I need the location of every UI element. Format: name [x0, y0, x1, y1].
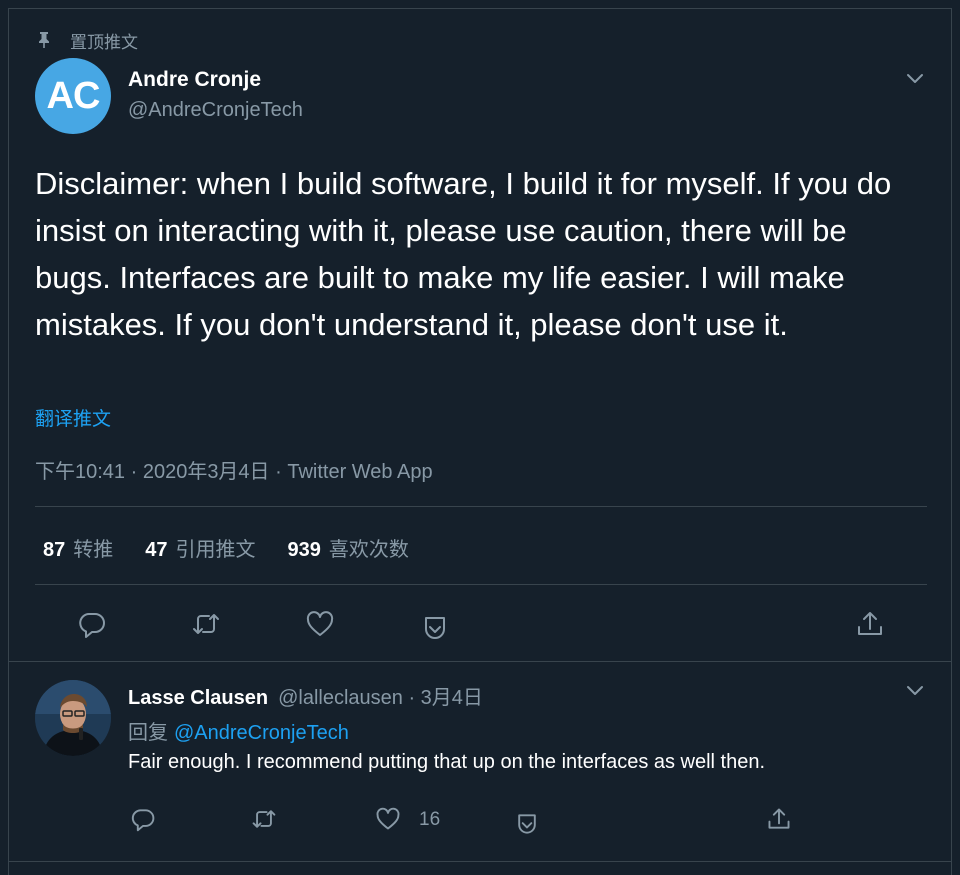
- reply-button[interactable]: [77, 609, 107, 639]
- shield-chevron-icon: [425, 617, 445, 639]
- divider: [35, 584, 927, 585]
- author-name[interactable]: Andre Cronje: [128, 68, 261, 92]
- reply-icon: [79, 613, 105, 638]
- divider: [8, 861, 952, 862]
- panel-left-border: [8, 8, 9, 875]
- like-count: 939: [287, 539, 321, 561]
- quote-stat[interactable]: 47 引用推文: [145, 533, 255, 562]
- retweet-button[interactable]: [191, 609, 221, 639]
- tweet-stats: 87 转推 47 引用推文 939 喜欢次数: [43, 533, 409, 562]
- translate-tweet-link[interactable]: 翻译推文: [35, 404, 111, 431]
- reply-like-button[interactable]: [375, 806, 401, 832]
- reply-retweet-button[interactable]: [251, 806, 277, 832]
- retweet-icon: [252, 810, 276, 828]
- pinned-text: 置顶推文: [70, 32, 138, 52]
- reply-share-button[interactable]: [766, 806, 792, 832]
- reply-tip-button[interactable]: [514, 811, 540, 837]
- reply-mention-link[interactable]: @AndreCronjeTech: [174, 722, 349, 744]
- like-stat[interactable]: 939 喜欢次数: [288, 533, 409, 562]
- reply-prefix: 回复: [128, 722, 168, 744]
- reply-avatar[interactable]: [35, 680, 111, 756]
- tweet-timestamp[interactable]: 下午10:41 · 2020年3月4日 · Twitter Web App: [35, 455, 433, 484]
- divider: [8, 661, 952, 662]
- avatar[interactable]: AC: [35, 58, 111, 134]
- reply-text: Fair enough. I recommend putting that up…: [128, 751, 766, 773]
- avatar-photo: [35, 680, 111, 756]
- retweet-stat[interactable]: 87 转推: [43, 533, 113, 562]
- share-icon: [858, 612, 882, 635]
- tip-button[interactable]: [420, 613, 450, 643]
- divider: [35, 506, 927, 507]
- reply-author-name[interactable]: Lasse Clausen: [128, 687, 268, 709]
- heart-icon: [376, 807, 400, 830]
- reply-author-handle[interactable]: @lalleclausen: [278, 687, 403, 709]
- reply-date[interactable]: · 3月4日: [408, 687, 482, 709]
- author-handle[interactable]: @AndreCronjeTech: [128, 99, 303, 122]
- reply-context: 回复 @AndreCronjeTech: [128, 716, 349, 745]
- pinned-tweet-label: 置顶推文: [36, 28, 138, 52]
- reply-reply-button[interactable]: [130, 806, 156, 832]
- reply-header: Lasse Clausen @lalleclausen · 3月4日: [128, 681, 483, 710]
- avatar-initials: AC: [46, 74, 101, 117]
- quote-count: 47: [145, 539, 168, 561]
- tweet-menu-button[interactable]: [904, 68, 926, 90]
- like-button[interactable]: [305, 609, 335, 639]
- shield-chevron-icon: [518, 814, 536, 834]
- chevron-down-icon: [907, 686, 923, 695]
- retweet-icon: [193, 614, 219, 634]
- pin-icon: [39, 32, 49, 48]
- retweet-count: 87: [43, 539, 66, 561]
- share-button[interactable]: [855, 609, 885, 639]
- chevron-down-icon: [907, 74, 923, 83]
- heart-icon: [306, 611, 334, 636]
- like-label: 喜欢次数: [328, 539, 409, 561]
- panel-right-border: [951, 8, 952, 875]
- tweet-text: Disclaimer: when I build software, I bui…: [35, 166, 892, 342]
- reply-icon: [131, 809, 155, 832]
- reply-menu-button[interactable]: [904, 680, 926, 702]
- share-icon: [768, 808, 790, 829]
- quote-label: 引用推文: [175, 539, 256, 561]
- retweet-label: 转推: [73, 539, 114, 561]
- reply-like-count: 16: [419, 809, 441, 830]
- panel-top-border: [8, 8, 952, 9]
